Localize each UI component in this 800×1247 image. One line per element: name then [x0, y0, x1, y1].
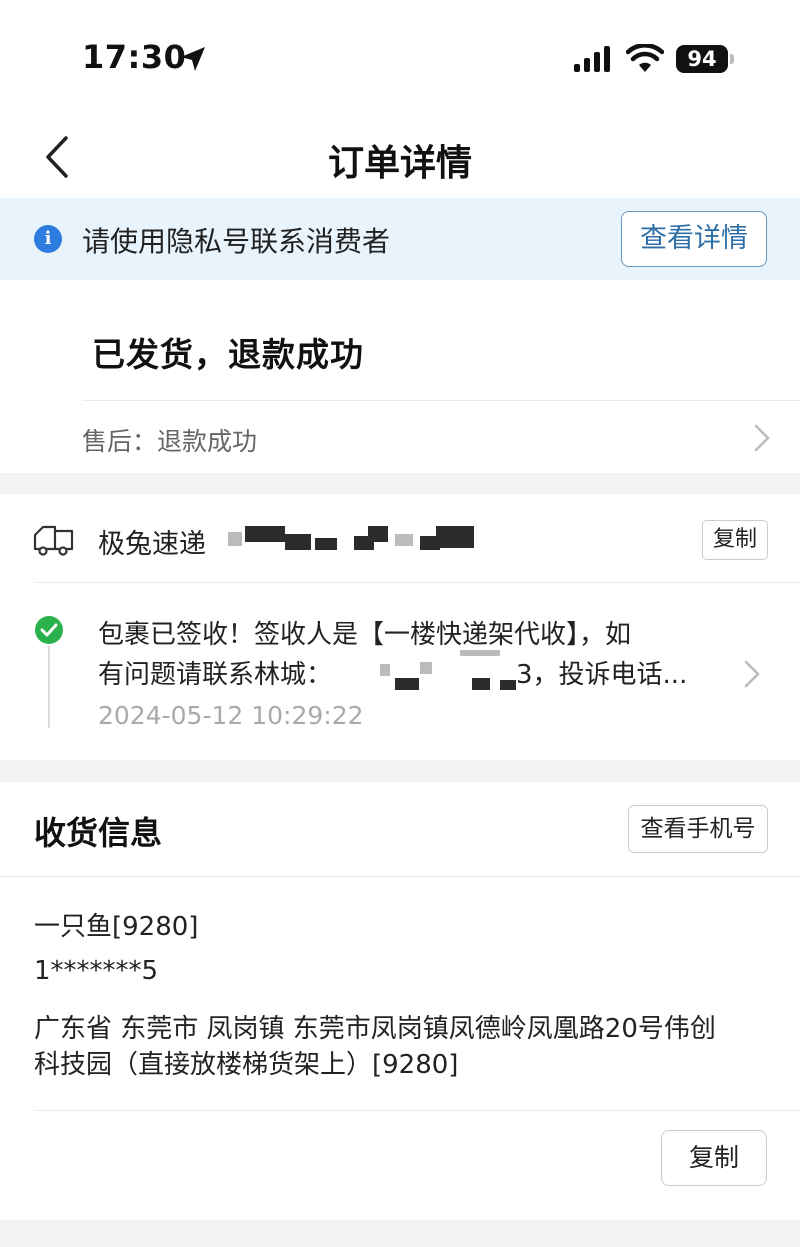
battery-indicator: 94: [676, 45, 728, 73]
location-arrow-icon: [181, 47, 205, 71]
receiver-info-card: 收货信息 查看手机号 一只鱼[9280] 1*******5 广东省 东莞市 凤…: [0, 782, 800, 1220]
divider: [34, 1110, 800, 1111]
wifi-icon: [626, 44, 664, 72]
tracking-text-line2-suffix: 3，投诉电话...: [516, 660, 688, 690]
battery-tip: [730, 54, 734, 64]
aftersale-status-text: 售后：退款成功: [82, 427, 258, 456]
tracking-text-line2-prefix: 有问题请联系林城：: [98, 660, 333, 690]
view-details-button[interactable]: 查看详情: [621, 211, 767, 267]
notice-text: 请使用隐私号联系消费者: [82, 225, 391, 258]
cellular-signal-icon: [574, 46, 610, 72]
aftersale-row[interactable]: 售后：退款成功: [0, 400, 800, 473]
status-bar: 17:30 94: [0, 0, 800, 118]
truck-icon: [33, 525, 74, 556]
view-phone-button[interactable]: 查看手机号: [628, 805, 768, 853]
logistics-card: 极兔速递 复制 包裹已签收！签收人是【一楼快递架代收】，如 有问题请联系林城： …: [0, 494, 800, 760]
copy-tracking-button[interactable]: 复制: [702, 520, 768, 560]
carrier-name: 极兔速递: [98, 529, 206, 560]
section-title: 收货信息: [34, 814, 163, 852]
address-line1: 广东省 东莞市 凤岗镇 东莞市凤岗镇凤德岭凤凰路20号伟创: [34, 1014, 716, 1044]
tracking-text-line1: 包裹已签收！签收人是【一楼快递架代收】，如: [98, 620, 632, 650]
privacy-notice-bar: i 请使用隐私号联系消费者 查看详情: [0, 198, 800, 280]
timeline-line: [48, 646, 50, 728]
divider: [0, 876, 800, 877]
tracking-timestamp: 2024-05-12 10:29:22: [98, 701, 364, 730]
chevron-right-icon: [744, 660, 760, 688]
chevron-right-icon: [754, 424, 770, 452]
receiver-phone: 1*******5: [34, 956, 159, 986]
order-status-card: 已发货，退款成功 售后：退款成功: [0, 280, 800, 473]
divider: [34, 582, 800, 583]
nav-bar: 订单详情: [0, 118, 800, 198]
info-icon: i: [34, 225, 62, 253]
check-circle-icon: [35, 616, 63, 644]
copy-address-button[interactable]: 复制: [661, 1130, 767, 1186]
order-status-title: 已发货，退款成功: [92, 335, 364, 374]
address-line2: 科技园（直接放楼梯货架上）[9280]: [34, 1050, 459, 1080]
status-time: 17:30: [82, 38, 187, 76]
page-title: 订单详情: [327, 143, 472, 184]
receiver-name: 一只鱼[9280]: [34, 912, 199, 942]
